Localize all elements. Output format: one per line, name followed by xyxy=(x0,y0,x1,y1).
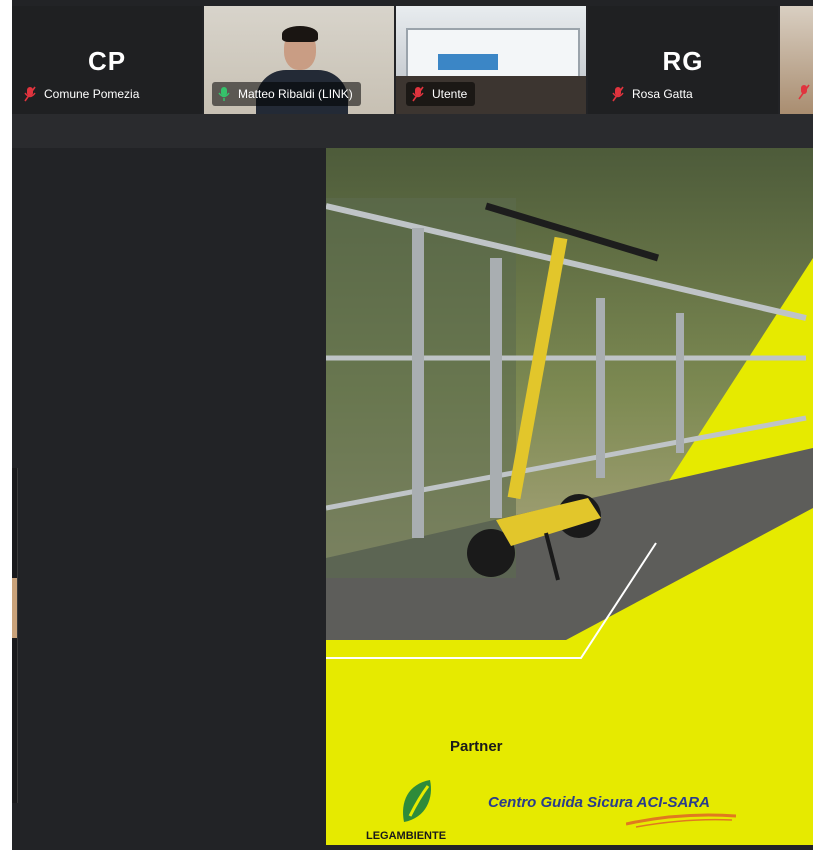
participant-initials: RG xyxy=(662,46,704,76)
participant-video xyxy=(406,28,580,78)
mic-muted-icon xyxy=(412,86,424,102)
participant-name-bar: Comune Pomezia xyxy=(18,82,147,106)
partner-label: Partner xyxy=(450,738,503,755)
legambiente-text: LEGAMBIENTE xyxy=(366,830,447,842)
aci-swoosh-icon xyxy=(626,813,736,828)
participant-name: Matteo Ribaldi (LINK) xyxy=(238,87,353,101)
participant-tile-partial[interactable] xyxy=(780,6,813,114)
side-panel-edge xyxy=(12,468,18,803)
participant-strip: CP Comune Pomezia Matteo Ribaldi (LINK) … xyxy=(12,6,813,114)
shared-screen-slide: Partner LEGAMBIENTE Centro Guida Sicura … xyxy=(326,148,813,845)
mic-muted-icon xyxy=(798,84,810,100)
aci-sara-logo-text: Centro Guida Sicura ACI-SARA xyxy=(488,794,710,811)
toolbar-strip xyxy=(12,114,813,148)
legambiente-leaf-icon xyxy=(403,780,431,822)
participant-tile-utente[interactable]: Utente xyxy=(396,6,586,114)
participant-name-bar: Utente xyxy=(406,82,476,106)
participant-name: Rosa Gatta xyxy=(632,87,693,101)
participant-name-bar: Rosa Gatta xyxy=(606,82,701,106)
decorative-lines xyxy=(326,542,657,659)
mic-muted-icon xyxy=(612,86,624,102)
participant-name-bar: Matteo Ribaldi (LINK) xyxy=(212,82,361,106)
mic-active-icon xyxy=(218,87,230,101)
legambiente-logo: LEGAMBIENTE xyxy=(366,778,476,842)
mic-muted-icon xyxy=(24,86,36,102)
participant-tile-comune-pomezia[interactable]: CP Comune Pomezia xyxy=(12,6,202,114)
participant-initials: CP xyxy=(87,46,127,76)
participant-tile-matteo-ribaldi[interactable]: Matteo Ribaldi (LINK) xyxy=(204,6,394,114)
meeting-window: CP Comune Pomezia Matteo Ribaldi (LINK) … xyxy=(12,0,813,850)
participant-name: Utente xyxy=(432,87,468,101)
participant-name: Comune Pomezia xyxy=(44,87,140,101)
participant-tile-rosa-gatta[interactable]: RG Rosa Gatta xyxy=(588,6,778,114)
